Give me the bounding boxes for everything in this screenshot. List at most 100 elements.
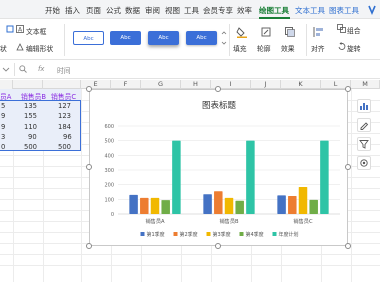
chart-bar[interactable]: [320, 140, 329, 214]
resize-handle-top-right[interactable]: [345, 86, 351, 92]
header-cell-c[interactable]: 销售员C: [51, 91, 76, 101]
shape-style-shadow[interactable]: Abc: [148, 31, 179, 45]
menu-item-member[interactable]: 会员专享: [203, 5, 233, 16]
cell-c1[interactable]: 127: [58, 102, 71, 110]
column-header-g[interactable]: G: [141, 80, 181, 89]
align-icon[interactable]: [313, 26, 325, 38]
chart-bar[interactable]: [161, 200, 170, 214]
chart-bar[interactable]: [246, 140, 255, 214]
fx-icon[interactable]: fx: [38, 65, 44, 73]
chart-bar[interactable]: [309, 199, 318, 214]
menu-item-data[interactable]: 数据: [125, 5, 140, 16]
menu-item-formula[interactable]: 公式: [106, 5, 121, 16]
tab-text-tools[interactable]: 文本工具: [295, 5, 325, 16]
fill-button[interactable]: 填充: [233, 43, 247, 53]
menu-item-insert[interactable]: 插入: [65, 5, 80, 16]
chevron-down-icon[interactable]: [2, 65, 10, 73]
fill-icon[interactable]: [236, 26, 248, 38]
corner-cell[interactable]: [0, 80, 13, 89]
effect-icon[interactable]: [284, 26, 296, 38]
chart-bar[interactable]: [129, 194, 138, 214]
chart-bar[interactable]: [224, 197, 234, 214]
cell-b2[interactable]: 155: [24, 112, 37, 120]
formula-input[interactable]: 时间: [57, 65, 71, 75]
cell-b5[interactable]: 500: [24, 143, 37, 151]
cell-b3[interactable]: 110: [24, 123, 37, 131]
shape-icon[interactable]: [6, 25, 14, 33]
header-cell-a[interactable]: 员A: [0, 91, 11, 101]
style-scroll-icon[interactable]: [221, 29, 227, 47]
column-header-f[interactable]: F: [111, 80, 141, 89]
column-header-k[interactable]: K: [281, 80, 321, 89]
zoom-icon[interactable]: [19, 65, 27, 73]
chart-bar[interactable]: [140, 197, 149, 214]
combine-button[interactable]: 组合: [347, 25, 361, 35]
cell-a3[interactable]: 9: [1, 123, 5, 131]
chart-style-icon: [360, 122, 369, 130]
chart-bar[interactable]: [288, 195, 297, 214]
chart-filter-button[interactable]: [357, 137, 371, 151]
column-header-j[interactable]: J: [251, 80, 281, 89]
chart-style-button[interactable]: [357, 118, 371, 132]
rotate-button[interactable]: 旋转: [347, 43, 361, 53]
resize-handle-bottom-right[interactable]: [345, 243, 351, 249]
menu-item-efficiency[interactable]: 效率: [237, 5, 252, 16]
outline-icon[interactable]: [260, 26, 272, 38]
align-button[interactable]: 对齐: [311, 43, 325, 53]
chart-bar[interactable]: [277, 195, 286, 214]
resize-handle-bottom[interactable]: [215, 243, 221, 249]
header-cell-b[interactable]: 销售员B: [21, 91, 46, 101]
column-header-c[interactable]: [13, 80, 43, 89]
text-box-button[interactable]: 文本框: [26, 26, 46, 36]
chart-bar[interactable]: [203, 194, 212, 214]
chart-bar[interactable]: [298, 187, 308, 214]
menu-item-tools[interactable]: 工具: [184, 5, 199, 16]
chart-title[interactable]: 图表标题: [202, 100, 237, 111]
combine-icon[interactable]: [337, 24, 346, 33]
outline-button[interactable]: 轮廓: [257, 43, 271, 53]
chart-bar[interactable]: [150, 197, 160, 214]
cell-c5[interactable]: 500: [58, 143, 71, 151]
chart-bar[interactable]: [214, 191, 223, 214]
chart-elements-button[interactable]: [357, 99, 371, 113]
legend-swatch: [272, 232, 277, 236]
shape-style-outline[interactable]: Abc: [73, 31, 104, 45]
cell-c3[interactable]: 184: [58, 123, 71, 131]
column-header-h[interactable]: H: [181, 80, 211, 89]
resize-handle-left[interactable]: [86, 164, 92, 170]
resize-handle-right[interactable]: [345, 164, 351, 170]
tab-chart-tools[interactable]: 图表工具: [329, 5, 359, 16]
edit-shape-button[interactable]: 编辑形状: [26, 43, 53, 53]
cell-a2[interactable]: 9: [1, 112, 5, 120]
text-box-icon[interactable]: A: [16, 25, 24, 33]
resize-handle-top-left[interactable]: [86, 86, 92, 92]
resize-handle-bottom-left[interactable]: [86, 243, 92, 249]
effect-button[interactable]: 效果: [281, 43, 295, 53]
cell-b1[interactable]: 135: [24, 102, 37, 110]
menu-item-view[interactable]: 视图: [165, 5, 180, 16]
column-header-m[interactable]: M: [351, 80, 380, 89]
cell-a4[interactable]: 3: [1, 133, 5, 141]
shape-dropdown[interactable]: 状: [0, 43, 7, 53]
chart-container[interactable]: 图表标题 0 100 200 300 400 500 600 销售员A 销售员B 销售员C 第1…: [89, 89, 348, 246]
cell-c4[interactable]: 96: [63, 133, 72, 141]
shape-style-gradient[interactable]: Abc: [186, 31, 217, 45]
shape-style-filled[interactable]: Abc: [110, 31, 141, 45]
menu-item-review[interactable]: 审阅: [145, 5, 160, 16]
menu-item-page[interactable]: 页面: [86, 5, 101, 16]
cell-a1[interactable]: 5: [1, 102, 5, 110]
column-header-d[interactable]: [43, 80, 81, 89]
cell-a5[interactable]: 0: [1, 143, 5, 151]
cell-c2[interactable]: 123: [58, 112, 71, 120]
tab-drawing-tools[interactable]: 绘图工具: [259, 5, 289, 16]
chart-bar[interactable]: [172, 140, 181, 214]
rotate-icon[interactable]: [337, 42, 346, 51]
menu-item-start[interactable]: 开始: [45, 5, 60, 16]
x-tick-label: 销售员A: [145, 217, 165, 225]
resize-handle-top[interactable]: [215, 86, 221, 92]
chart-bar[interactable]: [235, 200, 244, 214]
chart-settings-button[interactable]: [357, 156, 371, 170]
grid-line: [0, 265, 380, 266]
app-logo-icon: [368, 5, 376, 16]
cell-b4[interactable]: 90: [28, 133, 37, 141]
